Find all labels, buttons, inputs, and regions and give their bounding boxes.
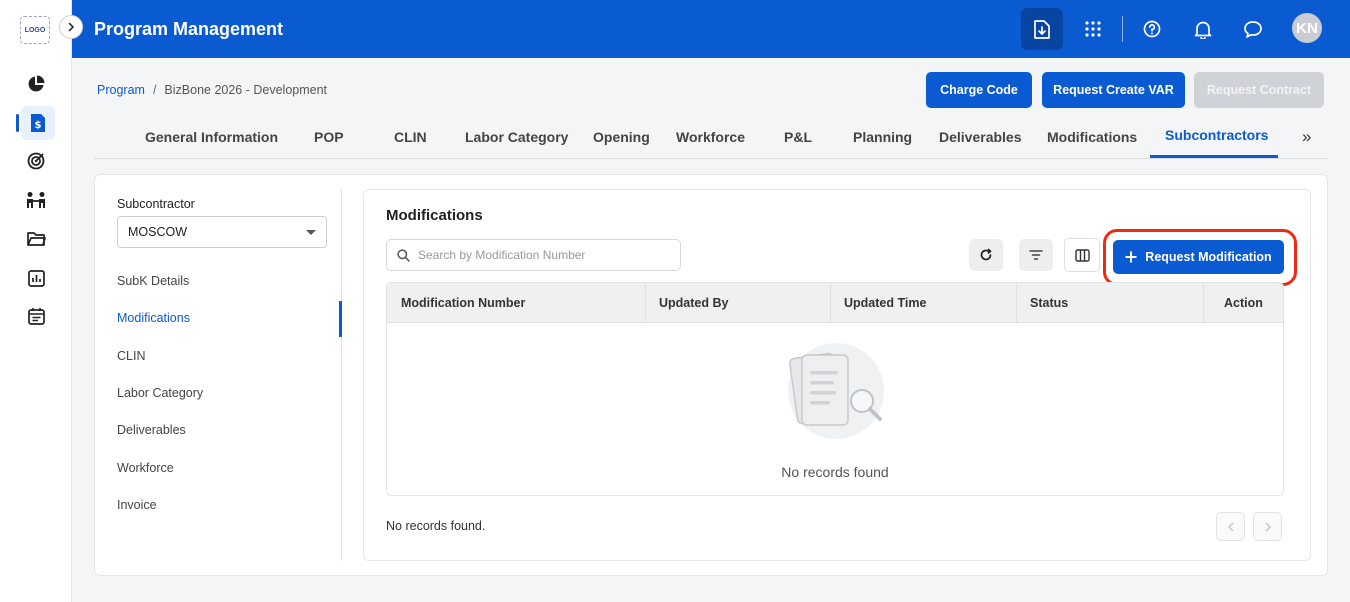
main-card: Subcontractor MOSCOW SubK Details Modifi…: [94, 174, 1328, 576]
chevron-right-icon: [68, 22, 75, 32]
breadcrumb-current: BizBone 2026 - Development: [164, 83, 328, 97]
rail-toggle-button[interactable]: [59, 15, 83, 39]
column-header-modification-number[interactable]: Modification Number: [401, 296, 525, 310]
column-separator: [1203, 283, 1204, 323]
column-header-action: Action: [1224, 296, 1263, 310]
folder-icon[interactable]: [22, 225, 50, 253]
empty-state-message: No records found: [781, 464, 889, 480]
filter-button[interactable]: [1019, 239, 1053, 271]
columns-button[interactable]: [1064, 238, 1100, 272]
request-contract-button[interactable]: Request Contract: [1194, 72, 1324, 108]
app-title: Program Management: [94, 19, 284, 39]
refresh-icon: [980, 248, 992, 261]
tab-opening[interactable]: Opening: [593, 129, 650, 145]
chevron-right-icon: [1264, 521, 1271, 532]
panel-title: Modifications: [386, 207, 483, 224]
sidebar-item-invoice[interactable]: Invoice: [117, 498, 157, 512]
subcontractor-select-value: MOSCOW: [128, 225, 188, 239]
dollar-document-icon[interactable]: $: [21, 106, 55, 140]
records-summary: No records found.: [386, 519, 486, 533]
sidebar-active-indicator: [339, 301, 342, 337]
bell-icon[interactable]: [1182, 8, 1224, 50]
svg-text:$: $: [35, 120, 42, 131]
refresh-button[interactable]: [969, 239, 1003, 271]
tab-subcontractors[interactable]: Subcontractors: [1165, 127, 1268, 143]
team-icon[interactable]: [22, 186, 50, 214]
filter-icon: [1029, 250, 1043, 260]
request-create-var-button[interactable]: Request Create VAR: [1042, 72, 1185, 108]
calendar-icon[interactable]: [22, 302, 50, 330]
sidebar-item-workforce[interactable]: Workforce: [117, 461, 174, 475]
tab-clin[interactable]: CLIN: [394, 129, 427, 145]
chevron-left-icon: [1227, 521, 1234, 532]
download-document-icon[interactable]: [1021, 8, 1063, 50]
sidebar-item-modifications[interactable]: Modifications: [117, 311, 190, 325]
header-divider: [1122, 16, 1123, 42]
rail-active-indicator: [16, 114, 19, 132]
sidebar-item-labor-category[interactable]: Labor Category: [117, 386, 203, 400]
target-icon[interactable]: [22, 147, 50, 175]
breadcrumb: Program / BizBone 2026 - Development: [97, 83, 327, 97]
plus-icon: [1125, 251, 1137, 263]
column-header-updated-time[interactable]: Updated Time: [844, 296, 926, 310]
tab-active-underline: [1150, 155, 1278, 158]
help-icon[interactable]: [1131, 8, 1173, 50]
tab-bar: General Information POP CLIN Labor Categ…: [94, 118, 1328, 159]
request-modification-label: Request Modification: [1145, 250, 1272, 264]
subcontractor-select[interactable]: MOSCOW: [117, 216, 327, 248]
next-page-button[interactable]: [1253, 512, 1282, 541]
table-header: Modification Number Updated By Updated T…: [387, 283, 1283, 323]
report-icon[interactable]: [22, 264, 50, 292]
chat-icon[interactable]: [1232, 8, 1274, 50]
left-rail: LOGO $: [0, 0, 72, 602]
avatar[interactable]: KN: [1292, 13, 1322, 43]
column-separator: [645, 283, 646, 323]
request-modification-button[interactable]: Request Modification: [1113, 240, 1284, 274]
sidebar-item-deliverables[interactable]: Deliverables: [117, 423, 186, 437]
breadcrumb-link-program[interactable]: Program: [97, 83, 145, 97]
tab-general-information[interactable]: General Information: [145, 129, 278, 145]
tab-workforce[interactable]: Workforce: [676, 129, 745, 145]
tab-deliverables[interactable]: Deliverables: [939, 129, 1022, 145]
modifications-panel: Modifications Request Modification Modif…: [363, 189, 1311, 561]
column-separator: [1016, 283, 1017, 323]
tab-labor-category[interactable]: Labor Category: [465, 129, 568, 145]
logo: LOGO: [20, 16, 50, 44]
charge-code-button[interactable]: Charge Code: [926, 72, 1032, 108]
tab-modifications[interactable]: Modifications: [1047, 129, 1137, 145]
apps-grid-icon[interactable]: [1072, 8, 1114, 50]
column-header-updated-by[interactable]: Updated By: [659, 296, 728, 310]
subcontractor-label: Subcontractor: [117, 197, 195, 211]
modifications-table: Modification Number Updated By Updated T…: [386, 282, 1284, 496]
pie-chart-icon[interactable]: [22, 70, 50, 98]
sidebar-divider: [341, 189, 342, 561]
tabs-scroll-right-button[interactable]: »: [1302, 127, 1311, 147]
tab-pnl[interactable]: P&L: [784, 129, 812, 145]
caret-down-icon: [306, 229, 316, 235]
search-icon: [397, 248, 410, 262]
breadcrumb-separator: /: [152, 83, 157, 97]
prev-page-button[interactable]: [1216, 512, 1245, 541]
tab-planning[interactable]: Planning: [853, 129, 912, 145]
column-separator: [830, 283, 831, 323]
search-input[interactable]: [418, 248, 668, 262]
top-bar: Program Management KN: [72, 0, 1350, 58]
column-header-status[interactable]: Status: [1030, 296, 1068, 310]
sidebar-item-subk-details[interactable]: SubK Details: [117, 274, 189, 288]
search-box: [386, 239, 681, 271]
columns-icon: [1074, 248, 1090, 262]
tab-pop[interactable]: POP: [314, 129, 344, 145]
empty-documents-illustration-icon: [788, 343, 884, 439]
sidebar-item-clin[interactable]: CLIN: [117, 349, 145, 363]
